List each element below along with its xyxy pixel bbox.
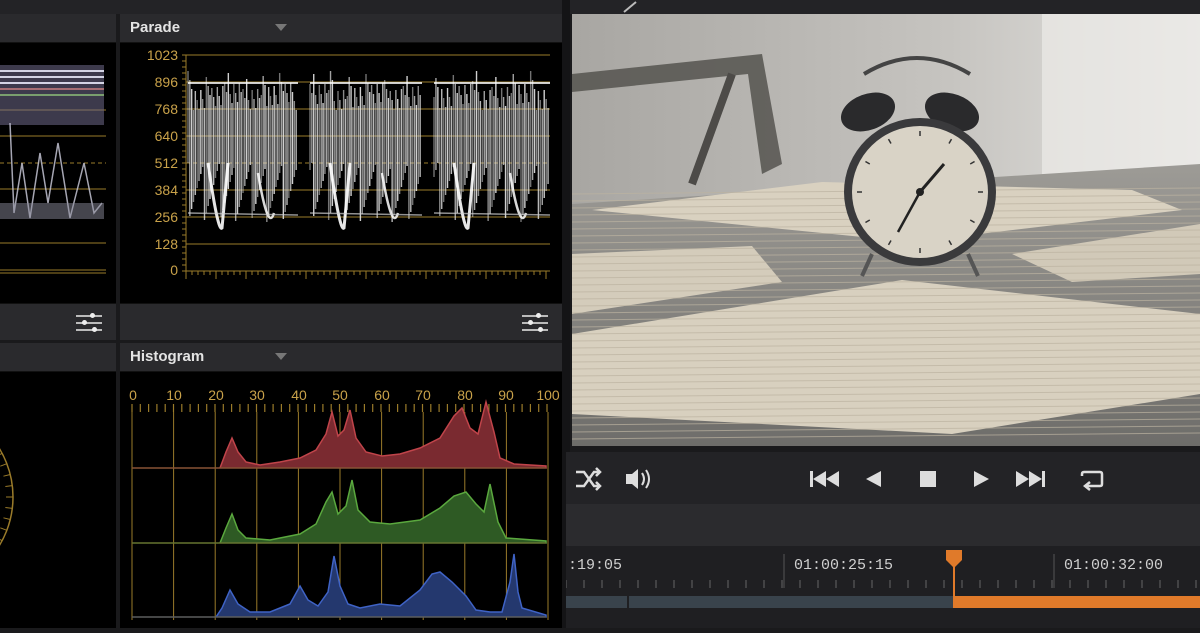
hist-scale-20: 20 — [208, 387, 224, 403]
timeline-track-area — [566, 504, 1200, 546]
parade-scale-384: 384 — [155, 182, 179, 198]
parade-scale-256: 256 — [155, 209, 179, 225]
histogram-blue-channel — [132, 553, 547, 618]
parade-graph: 1023 896 768 640 512 384 256 128 0 — [147, 47, 551, 279]
hist-scale-70: 70 — [415, 387, 431, 403]
hist-scale-50: 50 — [332, 387, 348, 403]
vectorscope-header — [0, 343, 116, 372]
stop-icon[interactable] — [920, 471, 936, 487]
volume-icon[interactable] — [626, 469, 650, 489]
scope-settings-icon[interactable] — [76, 312, 102, 334]
scope-header-left — [0, 14, 116, 43]
shuffle-icon[interactable] — [576, 467, 602, 491]
chevron-down-icon[interactable] — [275, 353, 287, 360]
viewer-tool-icon[interactable] — [620, 0, 644, 13]
hist-scale-40: 40 — [291, 387, 307, 403]
parade-scale-896: 896 — [155, 74, 179, 90]
waveform-trace — [0, 65, 106, 274]
timecode-right: 01:00:32:00 — [1064, 557, 1164, 574]
hist-scale-30: 30 — [249, 387, 265, 403]
vectorscope — [0, 372, 116, 628]
timecode-left: :19:05 — [568, 557, 623, 574]
hist-scale-10: 10 — [166, 387, 182, 403]
chevron-down-icon[interactable] — [275, 24, 287, 31]
hist-scale-80: 80 — [457, 387, 473, 403]
histogram-scope: 0 10 20 30 40 50 60 70 80 90 100 — [120, 372, 562, 628]
parade-scale-1023: 1023 — [147, 47, 178, 63]
skip-to-start-icon[interactable] — [810, 471, 839, 487]
parade-scale-128: 128 — [155, 236, 179, 252]
video-viewer[interactable] — [572, 14, 1200, 446]
viewer-frame — [572, 14, 1200, 446]
histogram-graph: 0 10 20 30 40 50 60 70 80 90 100 — [129, 387, 560, 620]
parade-scale-768: 768 — [155, 101, 179, 117]
hist-scale-100: 100 — [536, 387, 560, 403]
transport-bar — [566, 452, 1200, 504]
parade-scale-512: 512 — [155, 155, 179, 171]
parade-scope: 1023 896 768 640 512 384 256 128 0 — [120, 43, 562, 303]
parade-scale-0: 0 — [170, 262, 178, 278]
hist-scale-60: 60 — [374, 387, 390, 403]
vectorscope-graph — [0, 448, 14, 546]
top-toolbar — [0, 0, 1200, 14]
hist-scale-0: 0 — [129, 387, 137, 403]
step-back-icon[interactable] — [866, 471, 881, 487]
parade-title: Parade — [130, 19, 181, 36]
timecode-mid: 01:00:25:15 — [794, 557, 894, 574]
waveform-scope — [0, 43, 116, 303]
parade-settings-icon[interactable] — [522, 312, 548, 334]
histogram-title: Histogram — [130, 348, 205, 365]
render-range-bar — [954, 596, 1200, 608]
histogram-green-channel — [132, 479, 547, 544]
parade-header: Parade — [120, 14, 562, 43]
play-icon[interactable] — [974, 471, 989, 487]
parade-scale-640: 640 — [155, 128, 179, 144]
loop-icon[interactable] — [1080, 470, 1104, 491]
histogram-header: Histogram — [120, 343, 562, 372]
timeline-ruler[interactable]: :19:05 01:00:25:15 01:00:32:00 — [566, 546, 1200, 628]
skip-to-end-icon[interactable] — [1016, 471, 1045, 487]
parade-footer — [120, 303, 562, 340]
scope-footer-left — [0, 303, 116, 340]
hist-scale-90: 90 — [498, 387, 514, 403]
